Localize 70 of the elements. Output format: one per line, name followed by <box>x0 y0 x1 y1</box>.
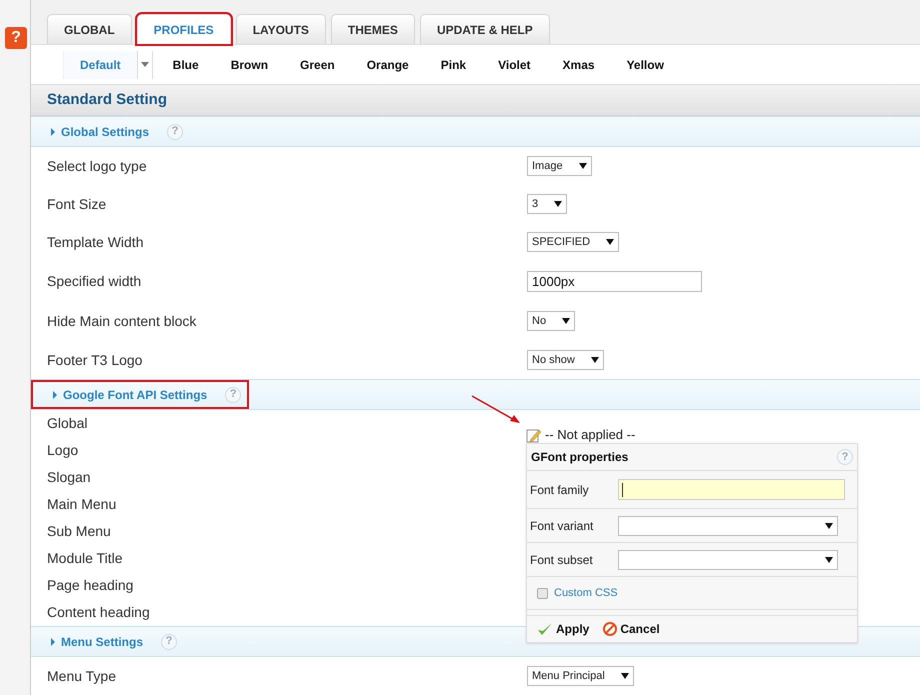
section-title[interactable]: Global Settings <box>61 122 150 140</box>
dropdown[interactable]: No show <box>527 350 604 370</box>
field-label: Font variant <box>530 518 594 534</box>
setting-label: Footer T3 Logo <box>47 350 144 370</box>
expand-arrow-icon <box>51 128 55 136</box>
section-header[interactable]: Google Font API Settings ? <box>31 379 920 410</box>
tab[interactable]: UPDATE & HELP <box>420 14 550 44</box>
profile-tab[interactable]: Violet <box>482 50 547 79</box>
profile-tab[interactable]: Yellow <box>610 50 680 79</box>
tab[interactable]: PROFILES <box>136 14 231 44</box>
tab[interactable]: LAYOUTS <box>236 14 326 44</box>
profile-tab[interactable]: Blue <box>156 50 215 79</box>
setting-label: Main Menu <box>47 495 118 514</box>
setting-label: Page heading <box>47 576 134 595</box>
setting-label: Template Width <box>47 232 144 252</box>
profile-tab[interactable]: Green <box>284 50 351 79</box>
setting-label: Menu Type <box>47 666 118 686</box>
caret-icon <box>578 163 587 169</box>
checkmark-icon <box>537 622 553 636</box>
tab[interactable]: THEMES <box>330 14 415 44</box>
popup-title: GFont properties <box>531 449 628 466</box>
caret-icon <box>620 673 629 679</box>
setting-label: Specified width <box>47 272 142 291</box>
section-header[interactable]: Global Settings ? <box>31 116 920 147</box>
input-field[interactable]: 1000px <box>527 270 702 292</box>
field-label: Font subset <box>530 552 594 568</box>
setting-label: Sub Menu <box>47 522 112 541</box>
dropdown[interactable]: Image <box>527 156 592 176</box>
setting-label: Content heading <box>47 603 151 622</box>
cancel-icon <box>603 622 618 636</box>
caret-icon <box>562 318 570 324</box>
caret-icon <box>825 522 833 528</box>
input-field[interactable] <box>618 479 845 500</box>
dropdown[interactable]: 3 <box>527 194 568 214</box>
dropdown[interactable] <box>618 516 838 536</box>
dropdown[interactable]: SPECIFIED <box>527 232 620 252</box>
profile-tab[interactable]: Pink <box>424 50 482 79</box>
dropdown[interactable]: Menu Principal <box>527 666 634 686</box>
setting-label: Global <box>47 414 88 433</box>
setting-label: Logo <box>47 441 80 460</box>
help-icon[interactable]: ? <box>5 27 27 49</box>
setting-label: Slogan <box>47 468 92 487</box>
field-label: Font family <box>530 482 590 498</box>
expand-arrow-icon <box>51 638 55 646</box>
section-title[interactable]: Google Font API Settings <box>63 386 208 404</box>
checkbox[interactable] <box>537 588 548 598</box>
section-title[interactable]: Menu Settings <box>61 632 144 650</box>
expand-arrow-icon <box>53 390 57 398</box>
setting-label: Font Size <box>47 194 108 214</box>
profile-tab[interactable]: Default <box>63 50 137 79</box>
caret-icon <box>554 201 562 207</box>
setting-label: Module Title <box>47 549 124 568</box>
annotation-arrow <box>470 394 522 426</box>
edit-icon[interactable] <box>526 427 542 443</box>
caret-icon <box>590 357 599 363</box>
profile-tab[interactable]: Orange <box>350 50 425 79</box>
profile-tab[interactable]: Xmas <box>546 50 611 79</box>
caret-icon <box>140 62 149 68</box>
dropdown[interactable] <box>618 550 838 570</box>
profile-tab[interactable]: Brown <box>214 50 284 79</box>
font-status: -- Not applied -- <box>545 426 636 444</box>
tab[interactable]: GLOBAL <box>47 14 132 44</box>
setting-label: Select logo type <box>47 156 148 176</box>
setting-label: Hide Main content block <box>47 312 198 330</box>
dropdown-button[interactable] <box>136 50 153 79</box>
custom-css-link[interactable]: Custom CSS <box>554 584 618 602</box>
dropdown[interactable]: No <box>527 311 576 331</box>
caret-icon <box>606 239 614 245</box>
caret-icon <box>825 556 833 562</box>
panel-header: Standard Setting <box>31 85 920 116</box>
